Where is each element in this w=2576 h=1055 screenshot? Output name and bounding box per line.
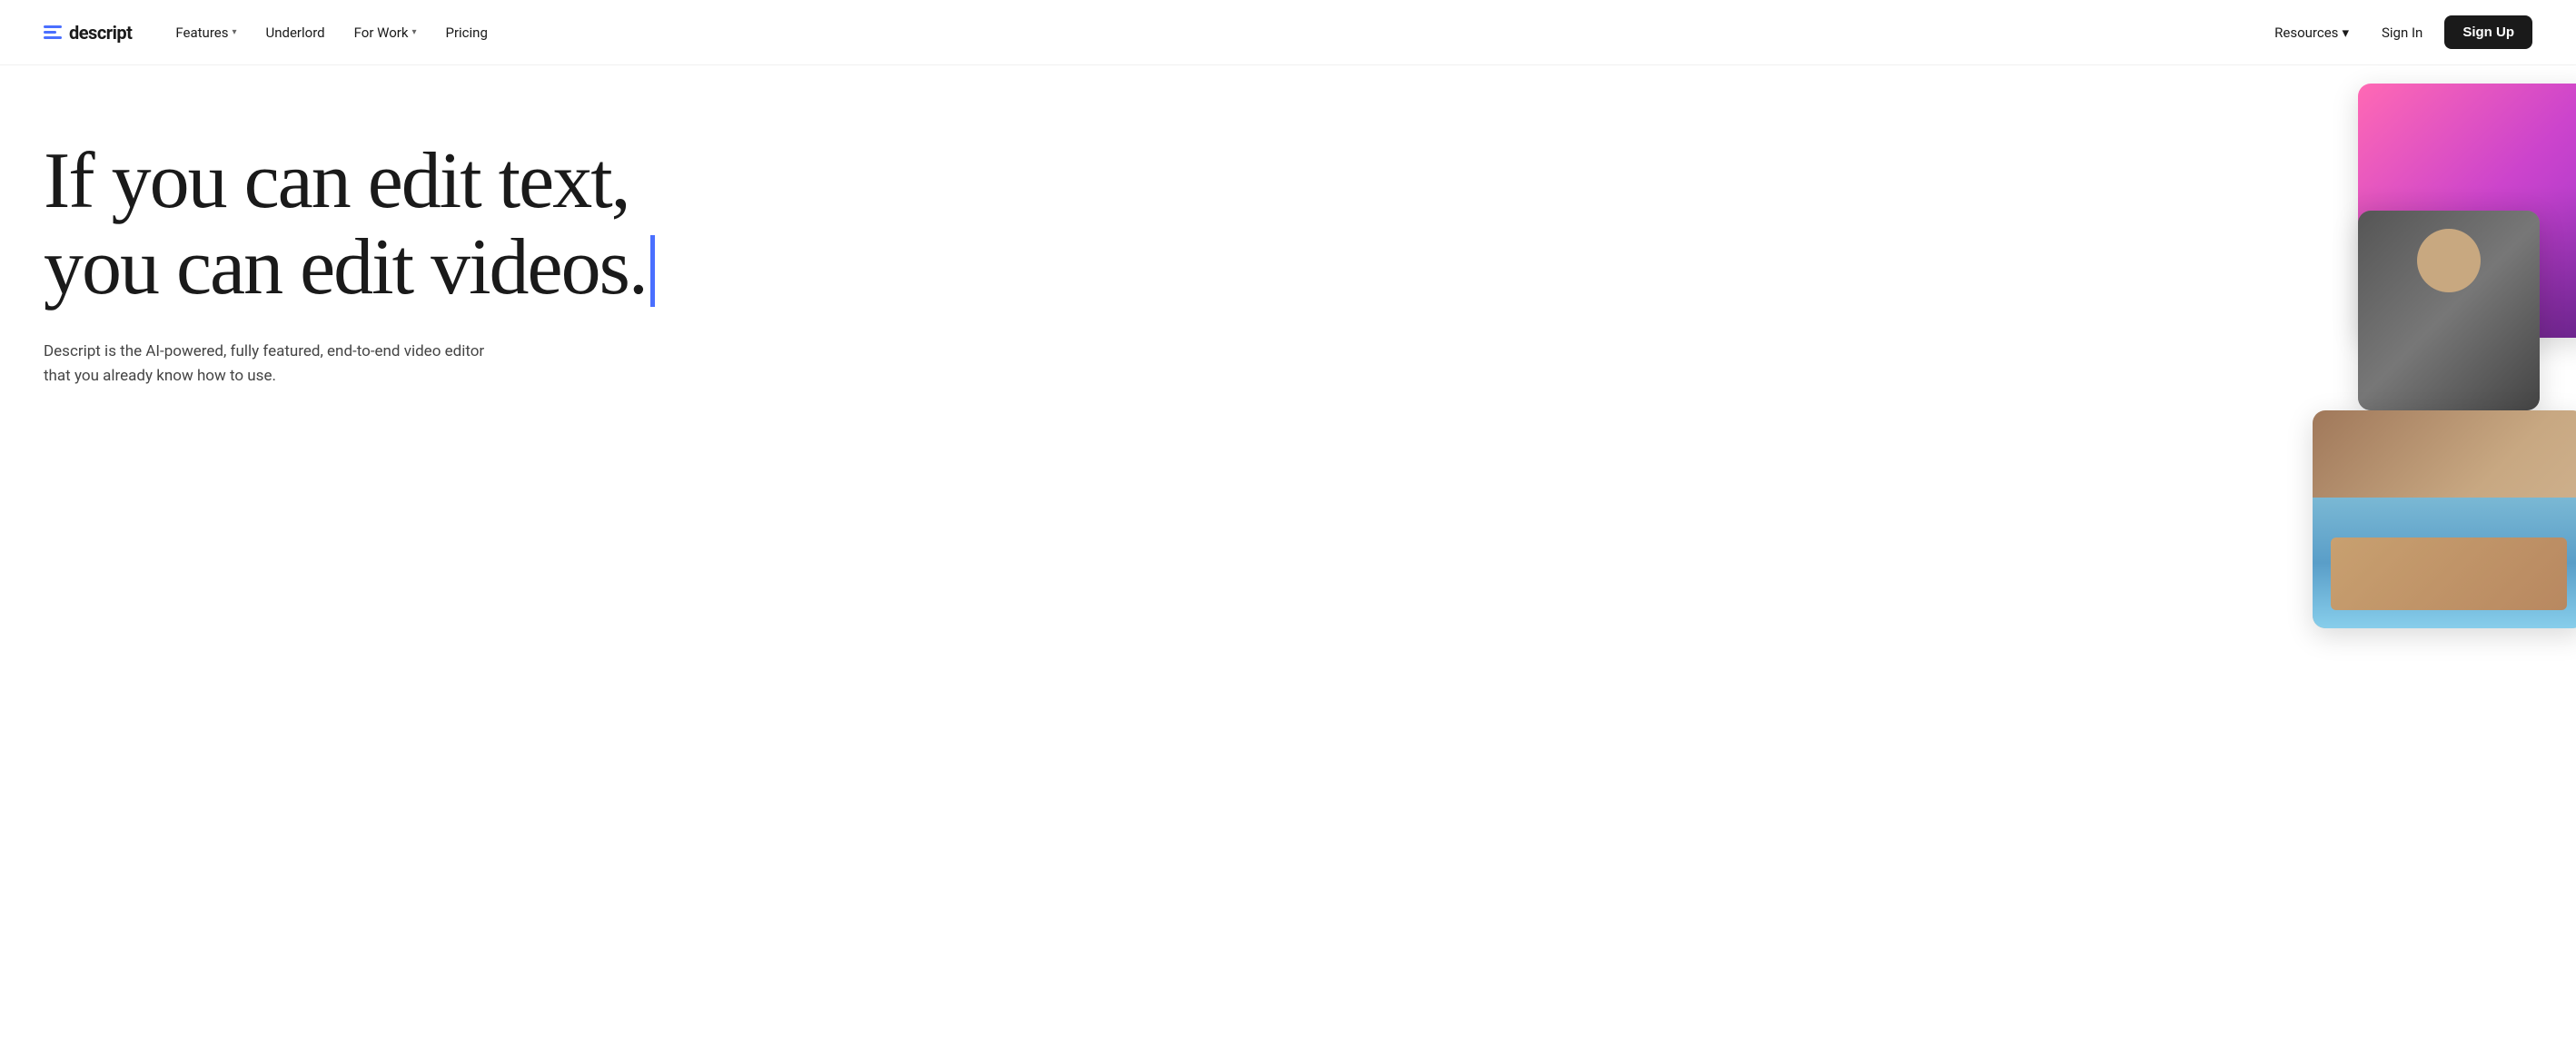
logo-icon bbox=[44, 25, 62, 39]
nav-link-for-work[interactable]: For Work ▾ bbox=[343, 17, 428, 48]
navigation: descript Features ▾ Underlord For Work ▾… bbox=[0, 0, 2576, 65]
chevron-down-icon: ▾ bbox=[411, 27, 416, 37]
nav-link-underlord[interactable]: Underlord bbox=[255, 17, 336, 48]
nav-link-resources[interactable]: Resources ▾ bbox=[2264, 17, 2360, 48]
nav-link-pricing[interactable]: Pricing bbox=[434, 17, 498, 48]
hero-images: Like th bbox=[1512, 65, 2576, 1055]
chevron-down-icon: ▾ bbox=[2342, 25, 2349, 41]
hero-headline: If you can edit text, you can edit video… bbox=[44, 138, 1630, 311]
nav-left: descript Features ▾ Underlord For Work ▾… bbox=[44, 17, 499, 48]
nav-links: Features ▾ Underlord For Work ▾ Pricing bbox=[164, 17, 499, 48]
logo[interactable]: descript bbox=[44, 22, 132, 44]
hero-image-card-mid bbox=[2358, 211, 2540, 410]
dark-person-bg bbox=[2358, 211, 2540, 410]
logo-text: descript bbox=[69, 22, 132, 44]
hero-image-card-bottom bbox=[2313, 410, 2576, 628]
signin-link[interactable]: Sign In bbox=[2367, 17, 2437, 48]
hero-subtext: Descript is the AI-powered, fully featur… bbox=[44, 340, 498, 388]
hero-content: If you can edit text, you can edit video… bbox=[0, 65, 1674, 1055]
chevron-down-icon: ▾ bbox=[232, 27, 236, 37]
text-cursor bbox=[650, 235, 655, 307]
hero-section: If you can edit text, you can edit video… bbox=[0, 65, 2576, 1055]
nav-right: Resources ▾ Sign In Sign Up bbox=[2264, 15, 2532, 49]
nav-link-features[interactable]: Features ▾ bbox=[164, 17, 247, 48]
signup-button[interactable]: Sign Up bbox=[2444, 15, 2532, 49]
